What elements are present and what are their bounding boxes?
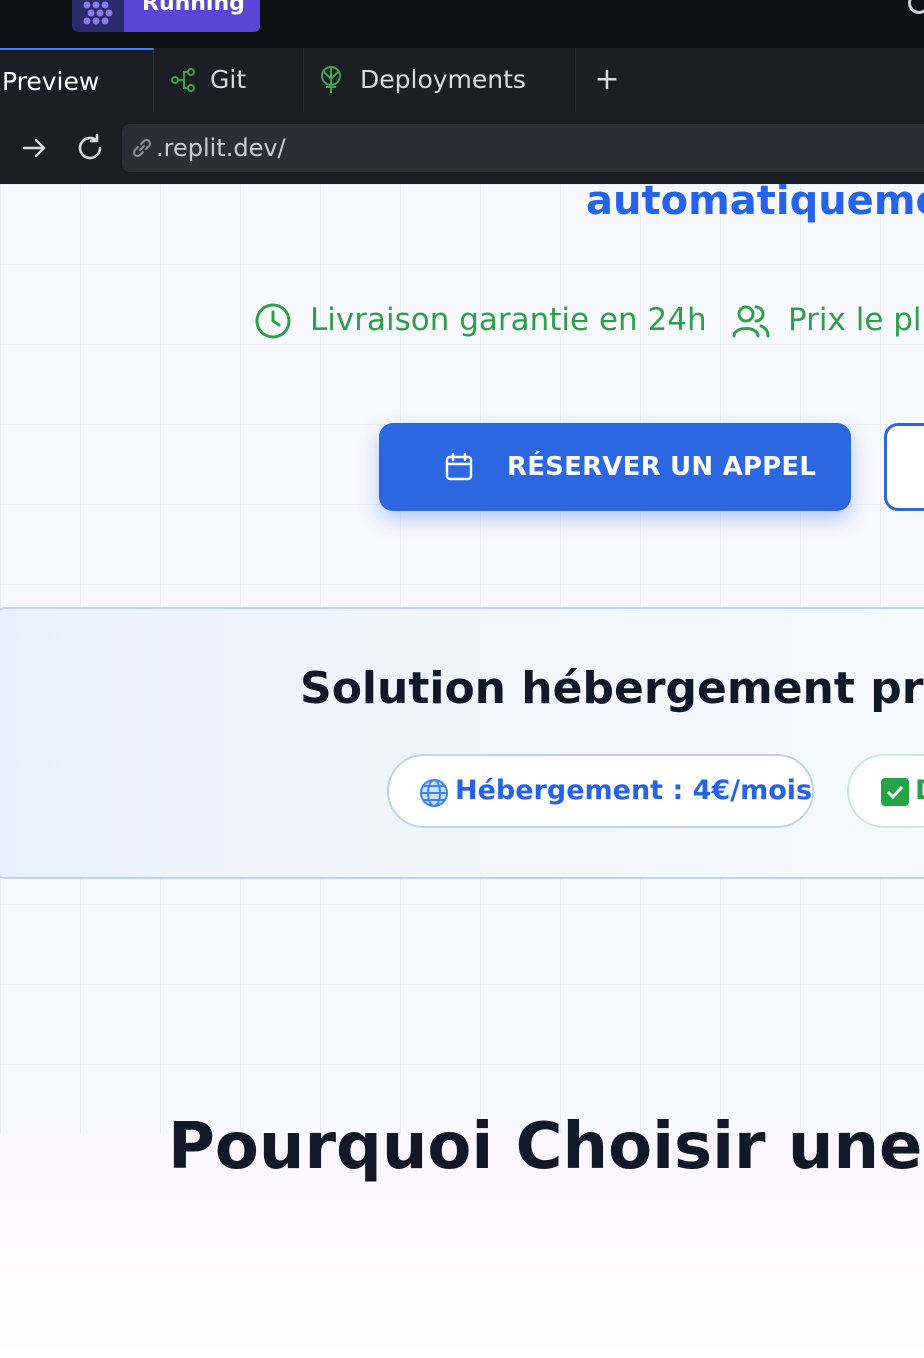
url-bar: .replit.dev/ xyxy=(0,112,924,184)
check-icon xyxy=(881,778,909,806)
run-status-badge[interactable]: Running xyxy=(72,0,260,32)
add-tab-button[interactable]: + xyxy=(592,48,622,112)
hosting-price-pill: Hébergement : 4€/mois xyxy=(387,754,814,828)
feature-price: Prix le plu xyxy=(732,296,924,344)
clock-icon xyxy=(255,303,291,339)
globe-icon xyxy=(420,779,448,807)
tab-label: Deployments xyxy=(360,65,526,94)
calendar-icon xyxy=(445,452,473,481)
hero-headline-tail: automatiquement xyxy=(586,184,924,224)
pill-label: Hébergement : 4€/mois xyxy=(455,775,813,806)
book-call-label: RÉSERVER UN APPEL xyxy=(507,452,817,482)
tab-label: Preview xyxy=(2,67,100,96)
top-bar: Running xyxy=(0,0,924,48)
link-icon xyxy=(132,138,152,158)
feature-label: Livraison garantie en 24h xyxy=(310,302,707,338)
url-input[interactable]: .replit.dev/ xyxy=(122,124,924,172)
tab-git[interactable]: Git xyxy=(154,48,304,112)
hosting-card-title: Solution hébergement pro a xyxy=(300,663,924,714)
url-text: .replit.dev/ xyxy=(156,134,286,162)
hosting-card: Solution hébergement pro a Hébergement :… xyxy=(0,607,924,879)
secondary-button[interactable] xyxy=(884,423,924,511)
run-status-label: Running xyxy=(124,0,260,32)
tab-deployments[interactable]: Deployments xyxy=(304,48,576,112)
account-icon[interactable] xyxy=(908,0,924,14)
tab-bar: Preview Git Deployments + xyxy=(0,48,924,113)
book-call-button[interactable]: RÉSERVER UN APPEL xyxy=(379,423,851,511)
replit-logo-icon xyxy=(83,1,113,25)
git-branch-icon xyxy=(171,68,195,92)
reload-icon[interactable] xyxy=(74,132,106,164)
pill-label: D xyxy=(915,756,924,826)
feature-delivery: Livraison garantie en 24h xyxy=(254,296,707,344)
tab-label: Git xyxy=(210,65,247,94)
feature-pill: D xyxy=(847,754,924,828)
why-section-title: Pourquoi Choisir une I xyxy=(168,1110,924,1184)
forward-icon[interactable] xyxy=(18,132,50,164)
feature-label: Prix le plu xyxy=(788,302,924,338)
users-icon xyxy=(732,305,770,338)
tab-preview[interactable]: Preview xyxy=(0,48,154,112)
deploy-icon xyxy=(321,66,341,93)
